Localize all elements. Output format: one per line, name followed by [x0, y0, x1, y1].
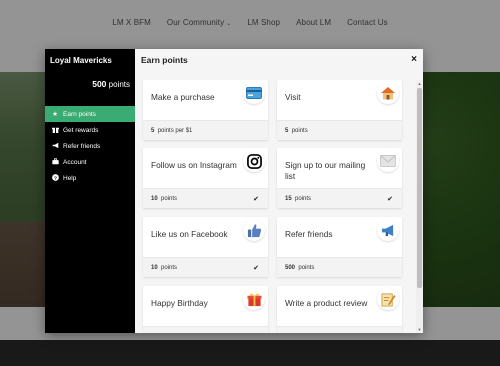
panel-title: Earn points: [141, 55, 188, 65]
sidebar-item-label: Get rewards: [63, 126, 99, 134]
gift-box-icon: [243, 288, 265, 310]
points-balance-unit: points: [108, 80, 130, 89]
sidebar-item-label: Refer friends: [63, 142, 101, 150]
earn-card-title: Follow us on Instagram: [151, 160, 237, 170]
instagram-icon: [243, 150, 265, 172]
earn-card-title: Make a purchase: [151, 92, 215, 102]
earn-card-points-value: 5: [151, 128, 155, 134]
earn-card-mailing-list[interactable]: Sign up to our mailing list 15 points ✔: [277, 148, 402, 208]
completed-check-icon: ✔: [253, 196, 259, 203]
gift-icon: [51, 126, 59, 135]
earn-card-visit[interactable]: Visit 5 points: [277, 80, 402, 140]
earn-card-title: Write a product review: [285, 298, 368, 308]
earn-points-panel: Earn points × Make a purchase 5 points p…: [135, 49, 423, 333]
loyalty-sidebar: Loyal Mavericks 500 points ★ Earn points…: [45, 49, 135, 333]
scroll-down-arrow-icon[interactable]: ▼: [416, 326, 423, 333]
earn-card-points-value: 10: [151, 196, 158, 202]
earn-card-points-suffix: points: [291, 128, 308, 134]
earn-card-title: Like us on Facebook: [151, 229, 228, 239]
pencil-note-icon: [377, 288, 399, 310]
sidebar-item-earn-points[interactable]: ★ Earn points: [45, 106, 135, 122]
sidebar-item-account[interactable]: Account: [45, 154, 135, 170]
earn-card-points-value: 10: [151, 265, 158, 271]
svg-text:?: ?: [54, 175, 57, 181]
earn-card-follow-instagram[interactable]: Follow us on Instagram 10 points ✔: [143, 148, 268, 208]
briefcase-icon: [51, 157, 59, 167]
completed-check-icon: ✔: [387, 196, 393, 203]
envelope-icon: [377, 150, 399, 172]
earn-card-points-value: 5: [285, 128, 289, 134]
earn-card-happy-birthday[interactable]: Happy Birthday 500 points: [143, 286, 268, 333]
earn-card-points-suffix: points: [295, 196, 312, 202]
earn-card-points-suffix: points: [161, 196, 178, 202]
earn-card-title: Visit: [285, 92, 301, 102]
points-balance: 500 points: [92, 79, 130, 89]
earn-card-points: 10 points: [151, 196, 177, 202]
house-icon: [377, 82, 399, 104]
sidebar-item-label: Earn points: [63, 110, 96, 118]
completed-check-icon: ✔: [253, 265, 259, 272]
points-balance-value: 500: [92, 79, 107, 89]
earn-card-write-review[interactable]: Write a product review 10 points: [277, 286, 402, 333]
sidebar-item-get-rewards[interactable]: Get rewards: [45, 122, 135, 138]
megaphone-icon: [51, 142, 59, 151]
scrollbar-thumb[interactable]: [417, 88, 422, 288]
earn-card-footer: [277, 326, 402, 333]
megaphone-icon: [377, 219, 399, 241]
earn-card-points: 15 points: [285, 196, 311, 202]
earn-card-make-a-purchase[interactable]: Make a purchase 5 points per $1: [143, 80, 268, 140]
brand-name: Loyal Mavericks: [50, 56, 112, 65]
earn-card-title: Happy Birthday: [151, 298, 208, 308]
panel-scrollbar[interactable]: ▲ ▼: [416, 80, 423, 333]
thumbs-up-icon: [243, 219, 265, 241]
earn-card-title: Sign up to our mailing list: [285, 160, 366, 181]
sidebar-item-help[interactable]: ? Help: [45, 170, 135, 186]
earn-card-title: Refer friends: [285, 229, 333, 239]
sidebar-item-label: Account: [63, 158, 87, 166]
earn-card-points-suffix: points: [161, 265, 178, 271]
earn-card-footer: [143, 326, 268, 333]
question-icon: ?: [51, 173, 59, 183]
earn-card-points-value: 500: [285, 265, 296, 271]
earn-card-points: 10 points: [151, 265, 177, 271]
earn-card-points: 500 points: [285, 265, 314, 271]
credit-card-icon: [243, 82, 265, 104]
earn-card-points-suffix: points: [298, 265, 315, 271]
loyalty-modal: Loyal Mavericks 500 points ★ Earn points…: [45, 49, 423, 333]
sidebar-item-refer-friends[interactable]: Refer friends: [45, 138, 135, 154]
earn-card-points-value: 15: [285, 196, 292, 202]
earn-card-refer-friends[interactable]: Refer friends 500 points: [277, 217, 402, 277]
earn-card-points: 5 points per $1: [151, 128, 192, 134]
earn-card-like-facebook[interactable]: Like us on Facebook 10 points ✔: [143, 217, 268, 277]
earn-card-points-suffix: points per $1: [157, 128, 193, 134]
sidebar-menu: ★ Earn points Get rewards Refer friends: [45, 106, 135, 186]
close-button[interactable]: ×: [411, 54, 417, 65]
star-icon: ★: [52, 111, 58, 118]
earn-card-points: 5 points: [285, 128, 308, 134]
sidebar-item-label: Help: [63, 174, 77, 182]
scroll-up-arrow-icon[interactable]: ▲: [416, 80, 423, 87]
